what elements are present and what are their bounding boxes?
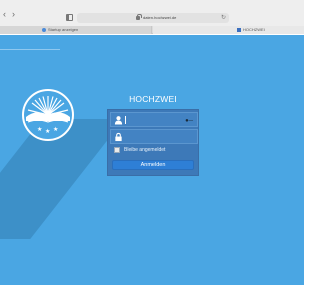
remember-label: Bleibe angemeldet: [124, 146, 166, 153]
tab-bar: Startup anzeigen HOCHZWEI: [0, 26, 304, 34]
login-page: ★ ★ ★ HOCHZWEI ●─ Bleibe angemeldet Anme…: [0, 35, 304, 285]
tab-hochzwei[interactable]: HOCHZWEI: [153, 26, 304, 34]
key-icon[interactable]: ●─: [185, 118, 193, 124]
sun-logo-icon: ★ ★ ★: [26, 96, 70, 135]
tab-label: Startup anzeigen: [48, 27, 79, 32]
back-icon[interactable]: ‹: [3, 10, 6, 19]
svg-text:★: ★: [45, 128, 50, 135]
favicon-icon: [237, 27, 241, 32]
brand-title: HOCHZWEI: [129, 94, 177, 104]
login-button[interactable]: Anmelden: [112, 160, 194, 170]
tab-startup[interactable]: Startup anzeigen: [0, 26, 152, 34]
divider: [0, 49, 60, 50]
svg-text:★: ★: [37, 126, 42, 133]
url-text: daten.hochzwei.de: [143, 14, 177, 20]
password-field[interactable]: [110, 129, 198, 144]
bottom-margin: [0, 285, 304, 304]
username-field[interactable]: ●─: [110, 112, 198, 127]
globe-icon: [42, 27, 46, 32]
password-lock-icon: [115, 132, 122, 142]
forward-icon[interactable]: ›: [12, 10, 15, 19]
login-form: ●─ Bleibe angemeldet Anmelden: [107, 109, 199, 176]
svg-text:★: ★: [53, 126, 58, 133]
user-icon: [114, 116, 123, 125]
sidebar-icon[interactable]: [66, 14, 73, 21]
address-bar[interactable]: daten.hochzwei.de ↻: [77, 13, 229, 23]
logo: ★ ★ ★: [22, 89, 74, 141]
reload-icon[interactable]: ↻: [221, 14, 226, 22]
remember-checkbox[interactable]: [114, 147, 120, 153]
browser-toolbar: ‹ › daten.hochzwei.de ↻: [0, 0, 304, 26]
tab-label: HOCHZWEI: [243, 27, 265, 32]
lock-icon: [136, 14, 142, 20]
text-cursor: [125, 116, 126, 124]
